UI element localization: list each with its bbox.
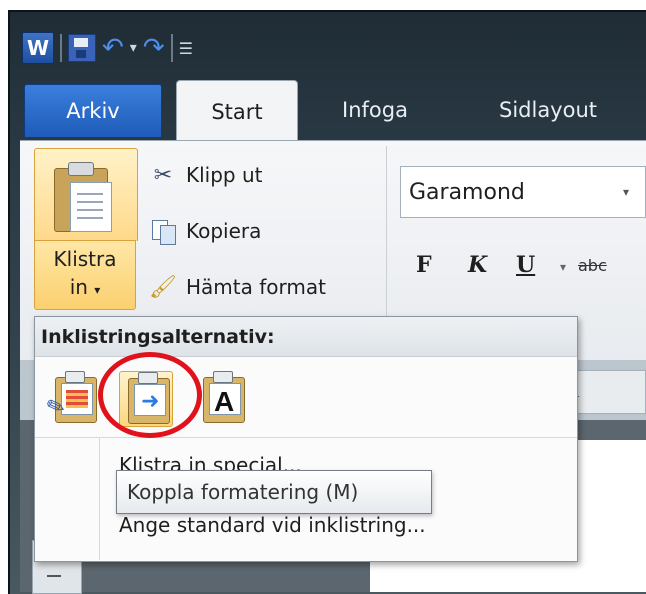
cut-label: Klipp ut xyxy=(186,163,263,187)
save-icon[interactable] xyxy=(68,34,96,62)
bold-button[interactable]: F xyxy=(416,252,432,278)
undo-dropdown-icon[interactable]: ▾ xyxy=(130,40,137,56)
font-name-value: Garamond xyxy=(409,179,525,205)
word-app-icon[interactable]: W xyxy=(22,32,54,64)
tab-start[interactable]: Start xyxy=(176,80,298,143)
tooltip: Koppla formatering (M) xyxy=(116,470,432,514)
italic-button[interactable]: K xyxy=(468,252,487,278)
chevron-down-icon: ▾ xyxy=(94,283,101,297)
format-painter-button[interactable]: 🖌 Hämta format xyxy=(149,270,326,304)
chevron-down-icon[interactable]: ▾ xyxy=(623,185,629,199)
strikethrough-button[interactable]: abc xyxy=(578,256,607,275)
paste-label-line2: in ▾ xyxy=(69,275,101,299)
keep-source-formatting-option[interactable]: ✎ xyxy=(43,371,101,427)
format-painter-label: Hämta format xyxy=(186,275,326,299)
font-name-combobox[interactable]: Garamond ▾ xyxy=(400,166,646,218)
tab-sidlayout[interactable]: Sidlayout xyxy=(468,82,628,138)
keep-text-only-icon: A xyxy=(209,383,241,417)
paste-dropdown-button[interactable]: Klistra in ▾ xyxy=(34,240,136,310)
copy-button[interactable]: Kopiera xyxy=(150,214,261,248)
menu-separator xyxy=(35,437,577,438)
copy-icon xyxy=(150,218,176,245)
underline-dropdown-icon[interactable]: ▾ xyxy=(560,260,566,274)
tab-arkiv[interactable]: Arkiv xyxy=(24,84,162,138)
copy-label: Kopiera xyxy=(186,219,262,243)
paste-options-header: Inklistringsalternativ: xyxy=(35,317,577,357)
customize-qat-icon[interactable]: ☰ xyxy=(179,39,193,58)
paste-options-menu: Inklistringsalternativ: ✎ ➜ A Klistra in… xyxy=(34,316,578,562)
paintbrush-icon: 🖌 xyxy=(149,274,177,300)
cut-button[interactable]: ✂ Klipp ut xyxy=(150,158,263,192)
ribbon-group-divider xyxy=(386,146,387,316)
paste-clipboard-icon xyxy=(54,160,116,232)
keep-text-only-option[interactable]: A xyxy=(195,371,249,427)
tab-infoga[interactable]: Infoga xyxy=(320,82,430,138)
paste-label: Klistra xyxy=(53,247,117,271)
redo-icon[interactable]: ↷ xyxy=(143,35,165,61)
menu-gutter xyxy=(99,438,100,560)
set-default-paste-item[interactable]: Ange standard vid inklistring... xyxy=(119,513,426,537)
undo-icon[interactable]: ↶ xyxy=(102,35,124,61)
qat-separator xyxy=(170,34,173,62)
highlight-circle xyxy=(98,352,202,438)
quick-access-toolbar: W ↶ ▾ ↷ ☰ xyxy=(22,28,193,68)
scissors-icon: ✂ xyxy=(153,162,173,188)
underline-button[interactable]: U xyxy=(516,252,535,278)
qat-separator xyxy=(60,34,62,62)
